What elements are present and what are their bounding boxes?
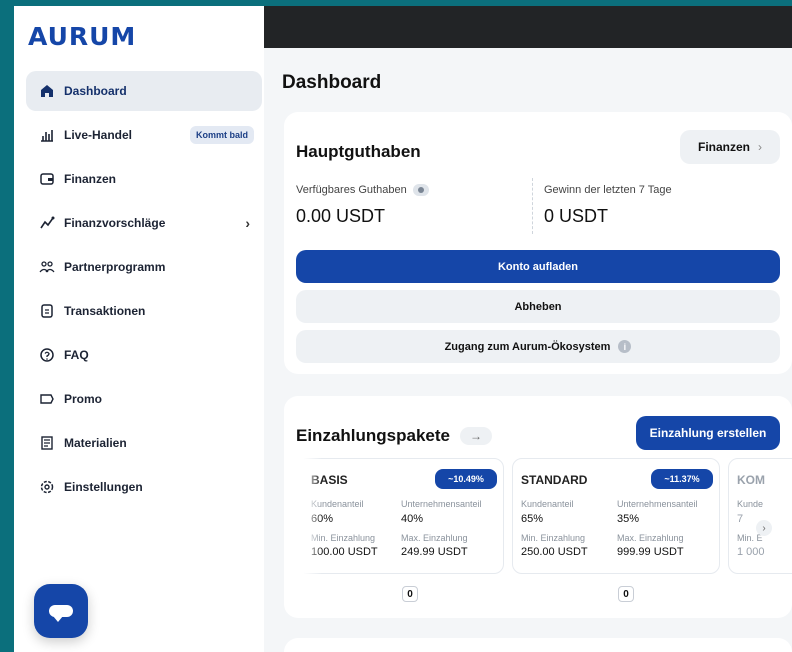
packages-title-text: Einzahlungspakete [296, 426, 450, 445]
aurum-logo[interactable]: AURUM [28, 22, 136, 51]
min-deposit-value: 250.00 USDT [521, 546, 588, 558]
max-deposit-value: 249.99 USDT [401, 546, 468, 558]
info-icon: i [618, 340, 632, 353]
customer-share-label: Kundenanteil [521, 499, 574, 509]
max-deposit-label: Max. Einzahlung [617, 533, 684, 543]
ecosystem-button-label: Zugang zum Aurum-Ökosystem [444, 340, 611, 353]
packages-carousel[interactable]: BASIS ~10.49% Kundenanteil 60% Unternehm… [304, 458, 792, 584]
eye-icon[interactable] [412, 184, 429, 196]
coming-soon-badge: Kommt bald [189, 126, 254, 144]
ticket-icon [38, 390, 56, 408]
package-counter: 0 [402, 586, 418, 602]
home-icon [38, 82, 56, 100]
gain-value: 0 USDT [544, 206, 609, 226]
sidebar-item-label: Materialien [64, 436, 127, 450]
max-deposit-label: Max. Einzahlung [401, 533, 468, 543]
chat-icon [49, 605, 73, 622]
trend-line-icon [38, 214, 56, 232]
sidebar-item-live-handel[interactable]: Live-Handel Kommt bald [26, 115, 262, 155]
customer-share-label: Kunde [737, 499, 764, 509]
main-content: Dashboard Hauptguthaben Finanzen › Verfü… [264, 6, 792, 652]
package-rate-badge: ~10.49% [435, 469, 497, 489]
sidebar-item-label: Finanzvorschläge [64, 216, 166, 230]
sidebar-item-partnerprogramm[interactable]: Partnerprogramm [26, 247, 262, 287]
max-deposit-value: 999.99 USDT [617, 546, 684, 558]
topup-button[interactable]: Konto aufladen [296, 250, 780, 283]
min-deposit-value: 1 000 [737, 546, 765, 558]
question-icon [38, 346, 56, 364]
package-card-kom[interactable]: KOM Kunde 7 Min. E 1 000 [728, 458, 792, 574]
finance-button[interactable]: Finanzen › [680, 130, 780, 164]
deposit-packages-card: Einzahlungspakete → Einzahlung erstellen… [284, 396, 792, 618]
carousel-fade [304, 458, 322, 584]
sidebar-item-transaktionen[interactable]: Transaktionen [26, 291, 262, 331]
finance-button-label: Finanzen [697, 140, 750, 154]
sidebar-item-label: Transaktionen [64, 304, 146, 318]
chevron-right-icon: › [245, 215, 250, 231]
package-name: STANDARD [521, 473, 588, 487]
sidebar-item-label: Promo [64, 392, 103, 406]
page-title: Dashboard [282, 72, 382, 93]
package-card-basis[interactable]: BASIS ~10.49% Kundenanteil 60% Unternehm… [304, 458, 504, 574]
balance-card: Hauptguthaben Finanzen › Verfügbares Gut… [284, 112, 792, 374]
balance-card-title: Hauptguthaben [296, 142, 421, 161]
settings-icon [38, 478, 56, 496]
carousel-next-icon[interactable]: › [756, 520, 772, 536]
sidebar-item-dashboard[interactable]: Dashboard [26, 71, 262, 111]
top-bar [264, 6, 792, 48]
sidebar-item-label: FAQ [64, 348, 89, 362]
divider [532, 178, 533, 234]
package-counter: 0 [618, 586, 634, 602]
company-share-value: 35% [617, 513, 640, 525]
sidebar-item-promo[interactable]: Promo [26, 379, 262, 419]
sidebar-item-materialien[interactable]: Materialien [26, 423, 262, 463]
available-balance-text: Verfügbares Guthaben [296, 184, 407, 196]
company-share-value: 40% [401, 513, 424, 525]
available-balance-label: Verfügbares Guthaben [296, 184, 429, 196]
package-card-standard[interactable]: STANDARD ~11.37% Kundenanteil 65% Untern… [512, 458, 720, 574]
document-icon [38, 302, 56, 320]
wallet-icon [38, 170, 56, 188]
company-share-label: Unternehmensanteil [401, 499, 482, 509]
sidebar-item-faq[interactable]: FAQ [26, 335, 262, 375]
available-balance-value: 0.00 USDT [296, 206, 386, 226]
sidebar-item-label: Finanzen [64, 172, 117, 186]
sidebar-item-label: Partnerprogramm [64, 260, 166, 274]
sidebar-item-finanzen[interactable]: Finanzen [26, 159, 262, 199]
customer-share-value: 7 [737, 513, 744, 525]
sidebar: AURUM Dashboard Live-Handel Kommt bald F… [14, 6, 264, 652]
ecosystem-access-button[interactable]: Zugang zum Aurum-Ökosystem i [296, 330, 780, 363]
customer-share-value: 65% [521, 513, 544, 525]
sidebar-item-label: Live-Handel [64, 128, 133, 142]
next-section-card [284, 638, 792, 652]
withdraw-button[interactable]: Abheben [296, 290, 780, 323]
create-deposit-button[interactable]: Einzahlung erstellen [636, 416, 780, 450]
partners-icon [38, 258, 56, 276]
company-share-label: Unternehmensanteil [617, 499, 698, 509]
sidebar-item-einstellungen[interactable]: Einstellungen [26, 467, 262, 507]
arrow-right-icon[interactable]: → [459, 427, 492, 445]
packages-title: Einzahlungspakete → [296, 426, 492, 446]
sidebar-item-label: Einstellungen [64, 480, 143, 494]
sidebar-item-label: Dashboard [64, 84, 127, 98]
bar-chart-icon [38, 126, 56, 144]
sidebar-nav: Dashboard Live-Handel Kommt bald Finanze… [26, 71, 262, 511]
gain-label: Gewinn der letzten 7 Tage [544, 184, 672, 196]
sidebar-item-finanzvorschlaege[interactable]: Finanzvorschläge › [26, 203, 262, 243]
chat-button[interactable] [34, 584, 88, 638]
package-rate-badge: ~11.37% [651, 469, 713, 489]
materials-icon [38, 434, 56, 452]
package-name: KOM [737, 473, 765, 487]
chevron-right-icon: › [758, 140, 762, 154]
min-deposit-label: Min. Einzahlung [521, 533, 586, 543]
